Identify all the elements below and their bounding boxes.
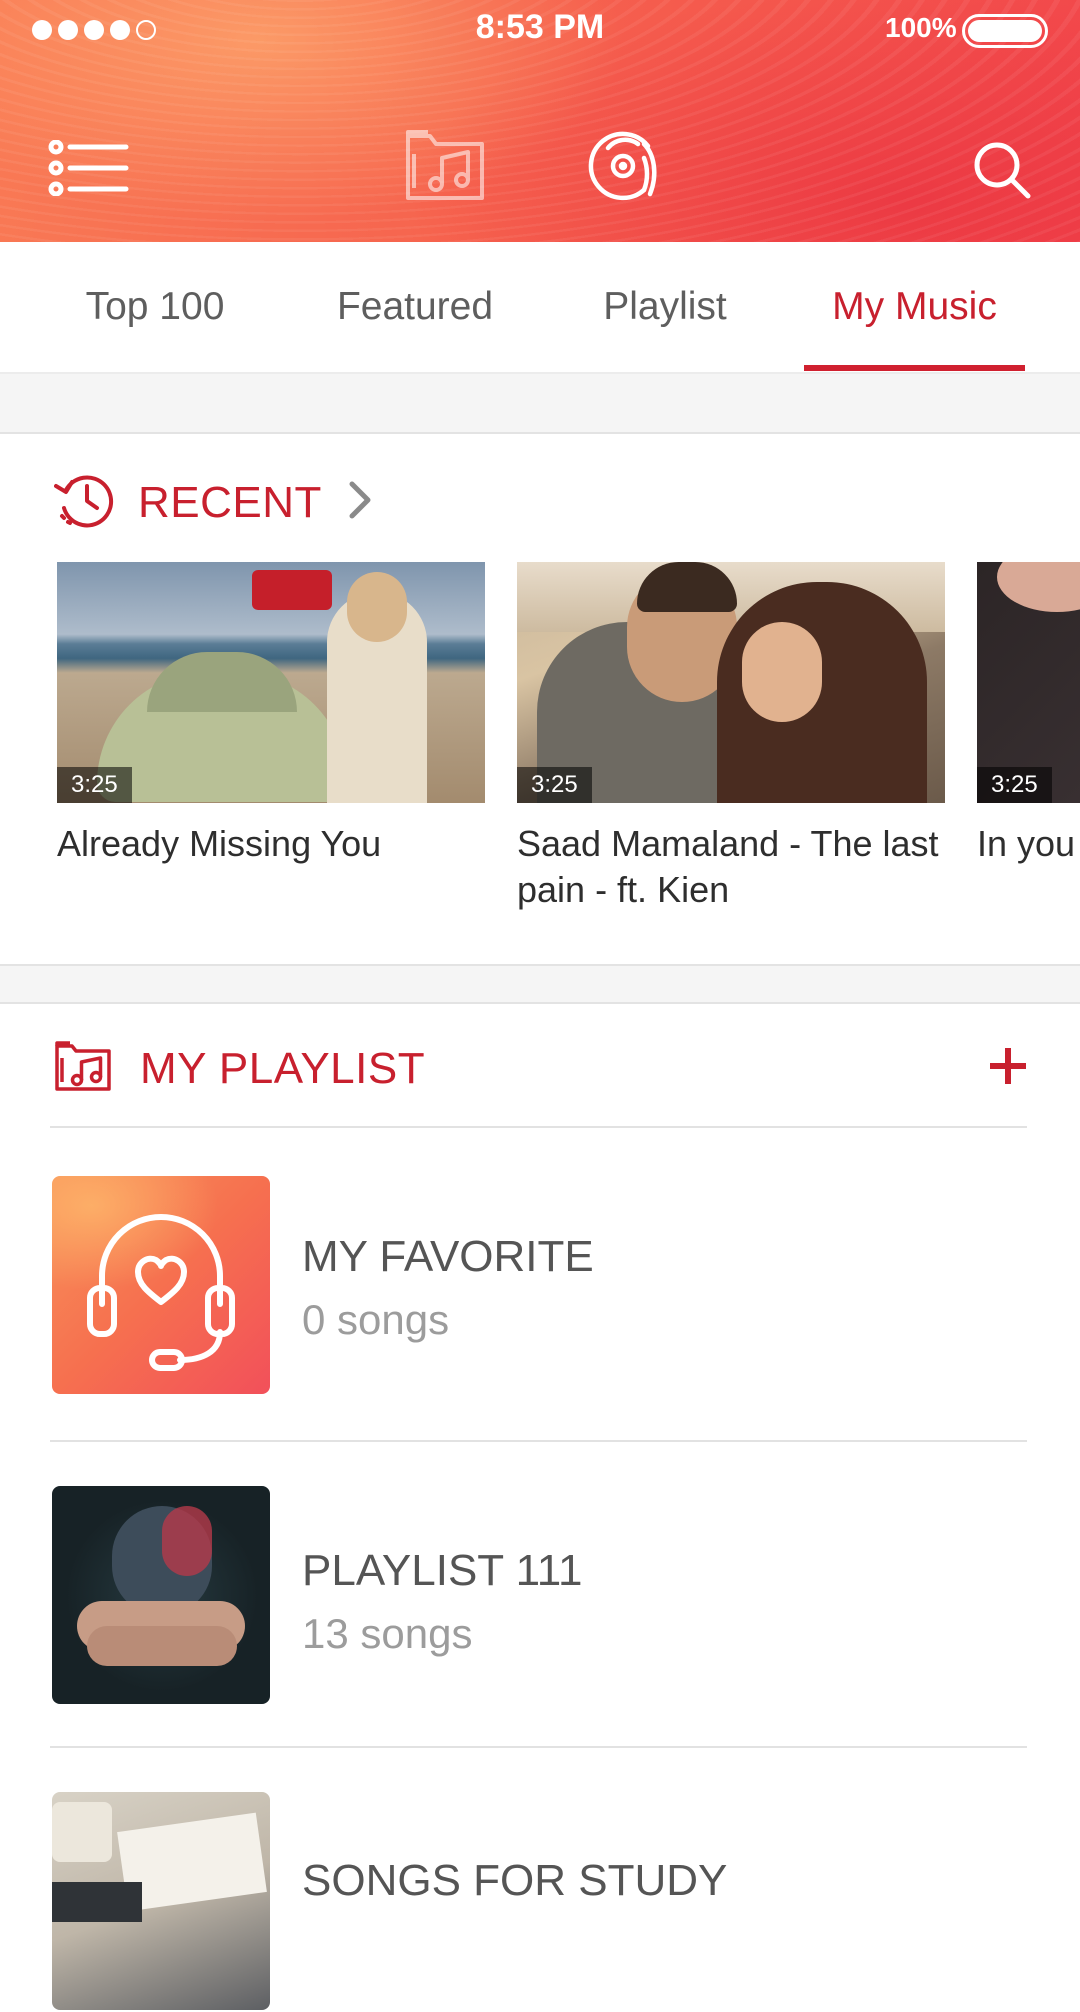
playlist-item[interactable]: PLAYLIST 111 13 songs	[52, 1486, 1032, 1706]
playlist-name: PLAYLIST 111	[302, 1546, 583, 1595]
tab-playlist[interactable]: Playlist	[550, 242, 780, 372]
duration-badge: 3:25	[977, 767, 1052, 803]
recent-item-title: Already Missing You	[57, 823, 382, 864]
playlist-song-count: 0 songs	[302, 1296, 450, 1343]
app-header: 8:53 PM 100%	[0, 0, 1080, 242]
duration-badge: 3:25	[517, 767, 592, 803]
divider	[50, 1440, 1027, 1442]
playlist-item[interactable]: SONGS FOR STUDY	[52, 1792, 1032, 2012]
tab-bar: Top 100 Featured Playlist My Music	[0, 242, 1080, 374]
favorite-cover	[52, 1176, 270, 1394]
chevron-right-icon	[348, 480, 372, 525]
status-bar: 8:53 PM 100%	[0, 0, 1080, 60]
recent-thumbnail: 3:25	[977, 562, 1080, 803]
history-icon	[54, 470, 116, 535]
duration-badge: 3:25	[57, 767, 132, 803]
music-disc-icon[interactable]	[588, 128, 662, 202]
tab-featured[interactable]: Featured	[300, 242, 530, 372]
section-separator	[0, 374, 1080, 434]
divider	[50, 1746, 1027, 1748]
search-icon[interactable]	[972, 140, 1032, 200]
music-folder-icon[interactable]	[404, 128, 486, 202]
playlist-song-count: 13 songs	[302, 1610, 473, 1657]
menu-list-icon[interactable]	[48, 140, 130, 196]
my-playlist-title: MY PLAYLIST	[140, 1043, 426, 1093]
recent-thumbnail: 3:25	[517, 562, 945, 803]
recent-item-title: In you	[977, 823, 1076, 864]
headphones-heart-icon	[87, 1214, 235, 1371]
recent-thumbnail: 3:25	[57, 562, 485, 803]
active-tab-indicator	[804, 365, 1025, 371]
battery-icon	[962, 14, 1048, 48]
tab-top-100[interactable]: Top 100	[40, 242, 270, 372]
add-playlist-button[interactable]	[988, 1046, 1028, 1086]
section-separator	[0, 964, 1080, 1004]
playlist-cover	[52, 1792, 270, 2010]
music-folder-icon	[54, 1040, 112, 1097]
divider	[50, 1126, 1027, 1128]
battery-percent: 100%	[885, 12, 957, 43]
tab-my-music[interactable]: My Music	[804, 242, 1025, 372]
playlist-name: SONGS FOR STUDY	[302, 1856, 728, 1905]
playlist-name: MY FAVORITE	[302, 1232, 594, 1281]
recent-title: RECENT	[138, 477, 322, 527]
recent-item[interactable]: 3:25 In you	[977, 562, 1080, 867]
recent-item-title: Saad Mamaland - The last pain - ft. Kien	[517, 823, 939, 910]
recent-item[interactable]: 3:25 Saad Mamaland - The last pain - ft.…	[517, 562, 945, 913]
recent-item[interactable]: 3:25 Already Missing You	[57, 562, 485, 867]
recent-header[interactable]: RECENT	[54, 470, 372, 535]
playlist-cover	[52, 1486, 270, 1704]
playlist-item[interactable]: MY FAVORITE 0 songs	[52, 1176, 1032, 1396]
my-playlist-header: MY PLAYLIST	[54, 1040, 425, 1097]
